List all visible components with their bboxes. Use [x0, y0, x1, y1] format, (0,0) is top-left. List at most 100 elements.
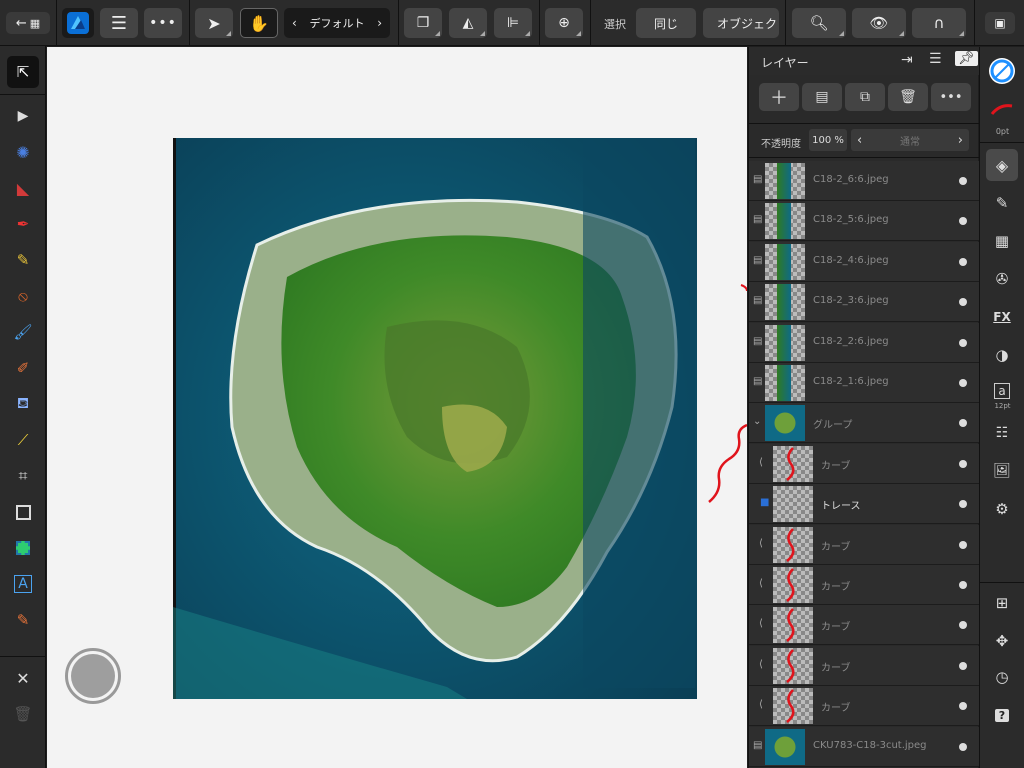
visibility-toggle[interactable]: [959, 621, 967, 630]
context-preset-selector[interactable]: ‹ デフォルト ›: [284, 8, 390, 38]
layer-thumbnail: [765, 405, 805, 442]
pixel-brush-tool[interactable]: ✐: [7, 352, 39, 384]
close-tool-button[interactable]: ✕: [7, 662, 39, 694]
layer-name: カーブ: [821, 703, 851, 715]
back-to-documents-button[interactable]: ← ▦: [6, 12, 50, 34]
fill-stroke-swatch[interactable]: [986, 55, 1018, 87]
layer-row[interactable]: ■ トレース: [749, 484, 979, 525]
select-object-button[interactable]: オブジェク: [703, 8, 779, 38]
fill-bucket-tool[interactable]: ⛾: [7, 388, 39, 420]
view-mode-button[interactable]: 👁︎: [852, 8, 906, 38]
layers-studio-button[interactable]: ◈: [986, 149, 1018, 181]
boolean-add-button[interactable]: ⊕: [545, 8, 583, 38]
panel-menu-icon[interactable]: ☰: [929, 51, 942, 67]
layer-name: C18-2_1:6.jpeg: [813, 376, 889, 387]
pencil-tool[interactable]: ✎: [7, 244, 39, 276]
visibility-toggle[interactable]: [959, 702, 967, 711]
add-layer-button[interactable]: ＋: [759, 83, 799, 111]
snapping-button[interactable]: ∩: [912, 8, 966, 38]
layer-row[interactable]: ▤ C18-2_1:6.jpeg: [749, 363, 979, 403]
visibility-toggle[interactable]: [959, 177, 967, 185]
document-settings-button[interactable]: ▣: [985, 12, 1015, 34]
vector-brush-tool[interactable]: ⦸: [7, 280, 39, 312]
node-tool[interactable]: ▶: [7, 100, 39, 132]
text-tool[interactable]: A: [7, 568, 39, 600]
opacity-input[interactable]: 100 %: [809, 129, 847, 151]
visibility-toggle[interactable]: [959, 217, 967, 226]
transparency-tool[interactable]: ⟋: [7, 424, 39, 456]
visibility-toggle[interactable]: [959, 581, 967, 589]
view-zoom-button[interactable]: 🔍︎: [792, 8, 846, 38]
layer-options-button[interactable]: •••: [931, 83, 971, 111]
expand-chevron-icon[interactable]: ⌄: [753, 416, 761, 427]
group-layers-button[interactable]: ⧉: [845, 83, 885, 111]
layer-row[interactable]: ⟨ カーブ: [749, 524, 979, 565]
appearance-studio-button[interactable]: ✇: [986, 263, 1018, 295]
navigator-studio-button[interactable]: 🖼︎: [986, 455, 1018, 487]
help-button[interactable]: ?: [986, 699, 1018, 731]
select-same-button[interactable]: 同じ: [636, 8, 696, 38]
brushes-studio-button[interactable]: ✎: [986, 187, 1018, 219]
more-button[interactable]: •••: [144, 8, 182, 38]
add-pixel-layer-button[interactable]: ▤: [802, 83, 842, 111]
visibility-toggle[interactable]: [959, 661, 967, 670]
settings-studio-button[interactable]: ⚙: [986, 493, 1018, 525]
snapping-studio-button[interactable]: ✥: [986, 625, 1018, 657]
layer-row[interactable]: ⟨ カーブ: [749, 443, 979, 484]
align-button[interactable]: ⊫: [494, 8, 532, 38]
gesture-modifier-button[interactable]: ✋: [240, 8, 278, 38]
menu-button[interactable]: ☰: [100, 8, 138, 38]
history-studio-button[interactable]: ◷: [986, 661, 1018, 693]
pin-icon[interactable]: 📌︎: [955, 51, 978, 66]
effects-studio-button[interactable]: FX: [986, 301, 1018, 333]
pen-tool[interactable]: ✒: [7, 208, 39, 240]
layer-row[interactable]: ▤ CKU783-C18-3cut.jpeg: [749, 726, 979, 767]
layer-row[interactable]: ⟨ カーブ: [749, 645, 979, 686]
layer-row[interactable]: ⟨ カーブ: [749, 686, 979, 727]
crop-icon: ⌗: [18, 466, 28, 485]
shortcut-controller-button[interactable]: [65, 648, 121, 704]
stroke-style-button[interactable]: [986, 93, 1018, 125]
layer-row[interactable]: ▤ C18-2_3:6.jpeg: [749, 282, 979, 323]
layer-row[interactable]: ▤ C18-2_6:6.jpeg: [749, 161, 979, 201]
move-tool[interactable]: ⇱: [7, 56, 39, 88]
contour-icon: ✺: [16, 142, 30, 162]
flip-button[interactable]: ◭: [449, 8, 487, 38]
transform-studio-button[interactable]: ⊞: [986, 587, 1018, 619]
color-studio-button[interactable]: ◑: [986, 339, 1018, 371]
visibility-toggle[interactable]: [959, 419, 967, 428]
visibility-toggle[interactable]: [959, 459, 967, 468]
visibility-toggle[interactable]: [959, 540, 967, 549]
rectangle-tool[interactable]: [7, 496, 39, 528]
visibility-toggle[interactable]: [959, 257, 967, 266]
stock-studio-button[interactable]: ▦: [986, 225, 1018, 257]
layer-row[interactable]: ⌄ グループ: [749, 403, 979, 444]
corner-tool[interactable]: ◣: [7, 172, 39, 204]
blend-mode-selector[interactable]: ‹ 通常 ›: [851, 129, 969, 151]
layer-row[interactable]: ▤ C18-2_4:6.jpeg: [749, 241, 979, 282]
layer-row[interactable]: ▤ C18-2_5:6.jpeg: [749, 201, 979, 242]
paragraph-studio-button[interactable]: ☷: [986, 417, 1018, 449]
delete-layer-button[interactable]: 🗑︎: [888, 83, 928, 111]
back-arrow-icon: ←: [15, 15, 27, 31]
document-canvas[interactable]: [47, 47, 747, 768]
arrange-button[interactable]: ❐: [404, 8, 442, 38]
affinity-persona-button[interactable]: [62, 8, 94, 38]
visibility-toggle[interactable]: [959, 500, 967, 509]
pointer-tool-button[interactable]: ➤: [195, 8, 233, 38]
collapse-icon[interactable]: ⇥: [901, 52, 913, 68]
select-label: 選択: [604, 18, 626, 31]
visibility-toggle[interactable]: [959, 742, 967, 751]
visibility-toggle[interactable]: [959, 298, 967, 307]
delete-tool-button[interactable]: 🗑︎: [7, 698, 39, 730]
contour-tool[interactable]: ✺: [7, 136, 39, 168]
visibility-toggle[interactable]: [959, 379, 967, 387]
color-picker-tool[interactable]: ✎: [7, 604, 39, 636]
layer-row[interactable]: ▤ C18-2_2:6.jpeg: [749, 322, 979, 363]
fill-tool[interactable]: 🖌︎: [7, 316, 39, 348]
layer-row[interactable]: ⟨ カーブ: [749, 565, 979, 605]
shape-tool[interactable]: [7, 532, 39, 564]
layer-row[interactable]: ⟨ カーブ: [749, 605, 979, 646]
crop-tool[interactable]: ⌗: [7, 460, 39, 492]
visibility-toggle[interactable]: [959, 338, 967, 347]
